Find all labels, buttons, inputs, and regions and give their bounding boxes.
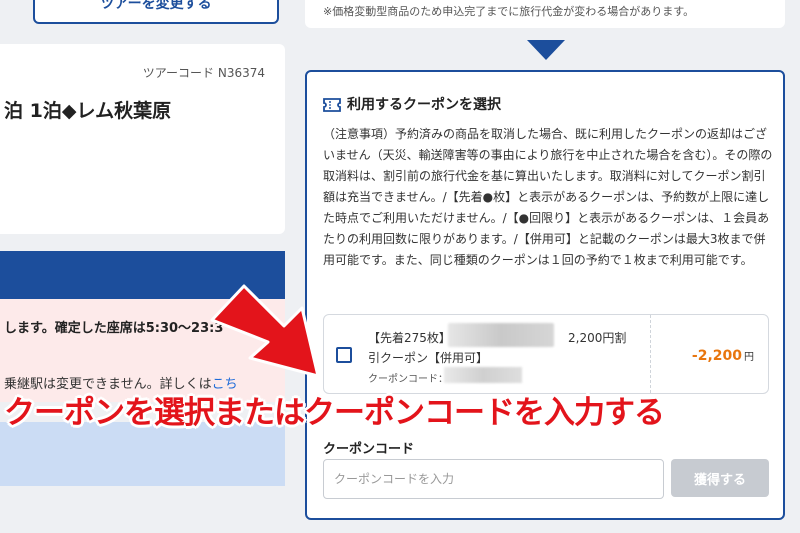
seat-notice-bold: します。確定した座席は5:30〜23:3 xyxy=(4,321,224,336)
coupon-section-title: 利用するクーポンを選択 xyxy=(347,97,501,113)
coupon-name-prefix: 【先着275枚】 xyxy=(368,331,451,345)
coupon-name-suffix: 引クーポン【併用可】 xyxy=(368,351,489,365)
redacted-coupon-name xyxy=(448,323,554,347)
annotation-text: クーポンを選択またはクーポンコードを入力する xyxy=(4,395,665,431)
coupon-panel: 利用するクーポンを選択 （注意事項）予約済みの商品を取消した場合、既に利用したク… xyxy=(305,70,785,520)
coupon-code-label: クーポンコード： xyxy=(368,374,448,385)
tour-title: 泊 1泊◆レム秋葉原 xyxy=(4,100,172,122)
get-coupon-button[interactable]: 獲得する xyxy=(671,459,769,497)
coupon-header: 利用するクーポンを選択 xyxy=(323,94,501,114)
tour-card: ツアーコード N36374 泊 1泊◆レム秋葉原 xyxy=(0,44,285,234)
coupon-code-input[interactable] xyxy=(323,459,664,499)
tour-code: ツアーコード N36374 xyxy=(142,66,265,80)
step-arrow-icon xyxy=(527,40,565,60)
ticket-icon xyxy=(323,97,341,112)
coupon-discount: -2,200 円 xyxy=(692,345,754,364)
coupon-item[interactable]: 【先着275枚】 2,200円割 引クーポン【併用可】 クーポンコード： -2,… xyxy=(323,314,769,394)
coupon-divider xyxy=(650,315,651,393)
left-column: ツアーを変更する ツアーコード N36374 泊 1泊◆レム秋葉原 します。確定… xyxy=(0,0,287,533)
coupon-code-heading: クーポンコード xyxy=(323,442,415,457)
redacted-coupon-code xyxy=(444,367,522,383)
discount-currency: 円 xyxy=(744,352,754,363)
discount-amount: -2,200 xyxy=(691,348,742,364)
coupon-notice: （注意事項）予約済みの商品を取消した場合、既に利用したクーポンの返却はございませ… xyxy=(323,127,773,267)
price-note: ※価格変動型商品のため申込完了までに旅行代金が変わる場合があります。 xyxy=(323,5,695,18)
coupon-name-amount: 2,200円割 xyxy=(568,331,627,345)
change-tour-button[interactable]: ツアーを変更する xyxy=(33,0,279,24)
annotation-arrow-icon xyxy=(210,284,320,378)
